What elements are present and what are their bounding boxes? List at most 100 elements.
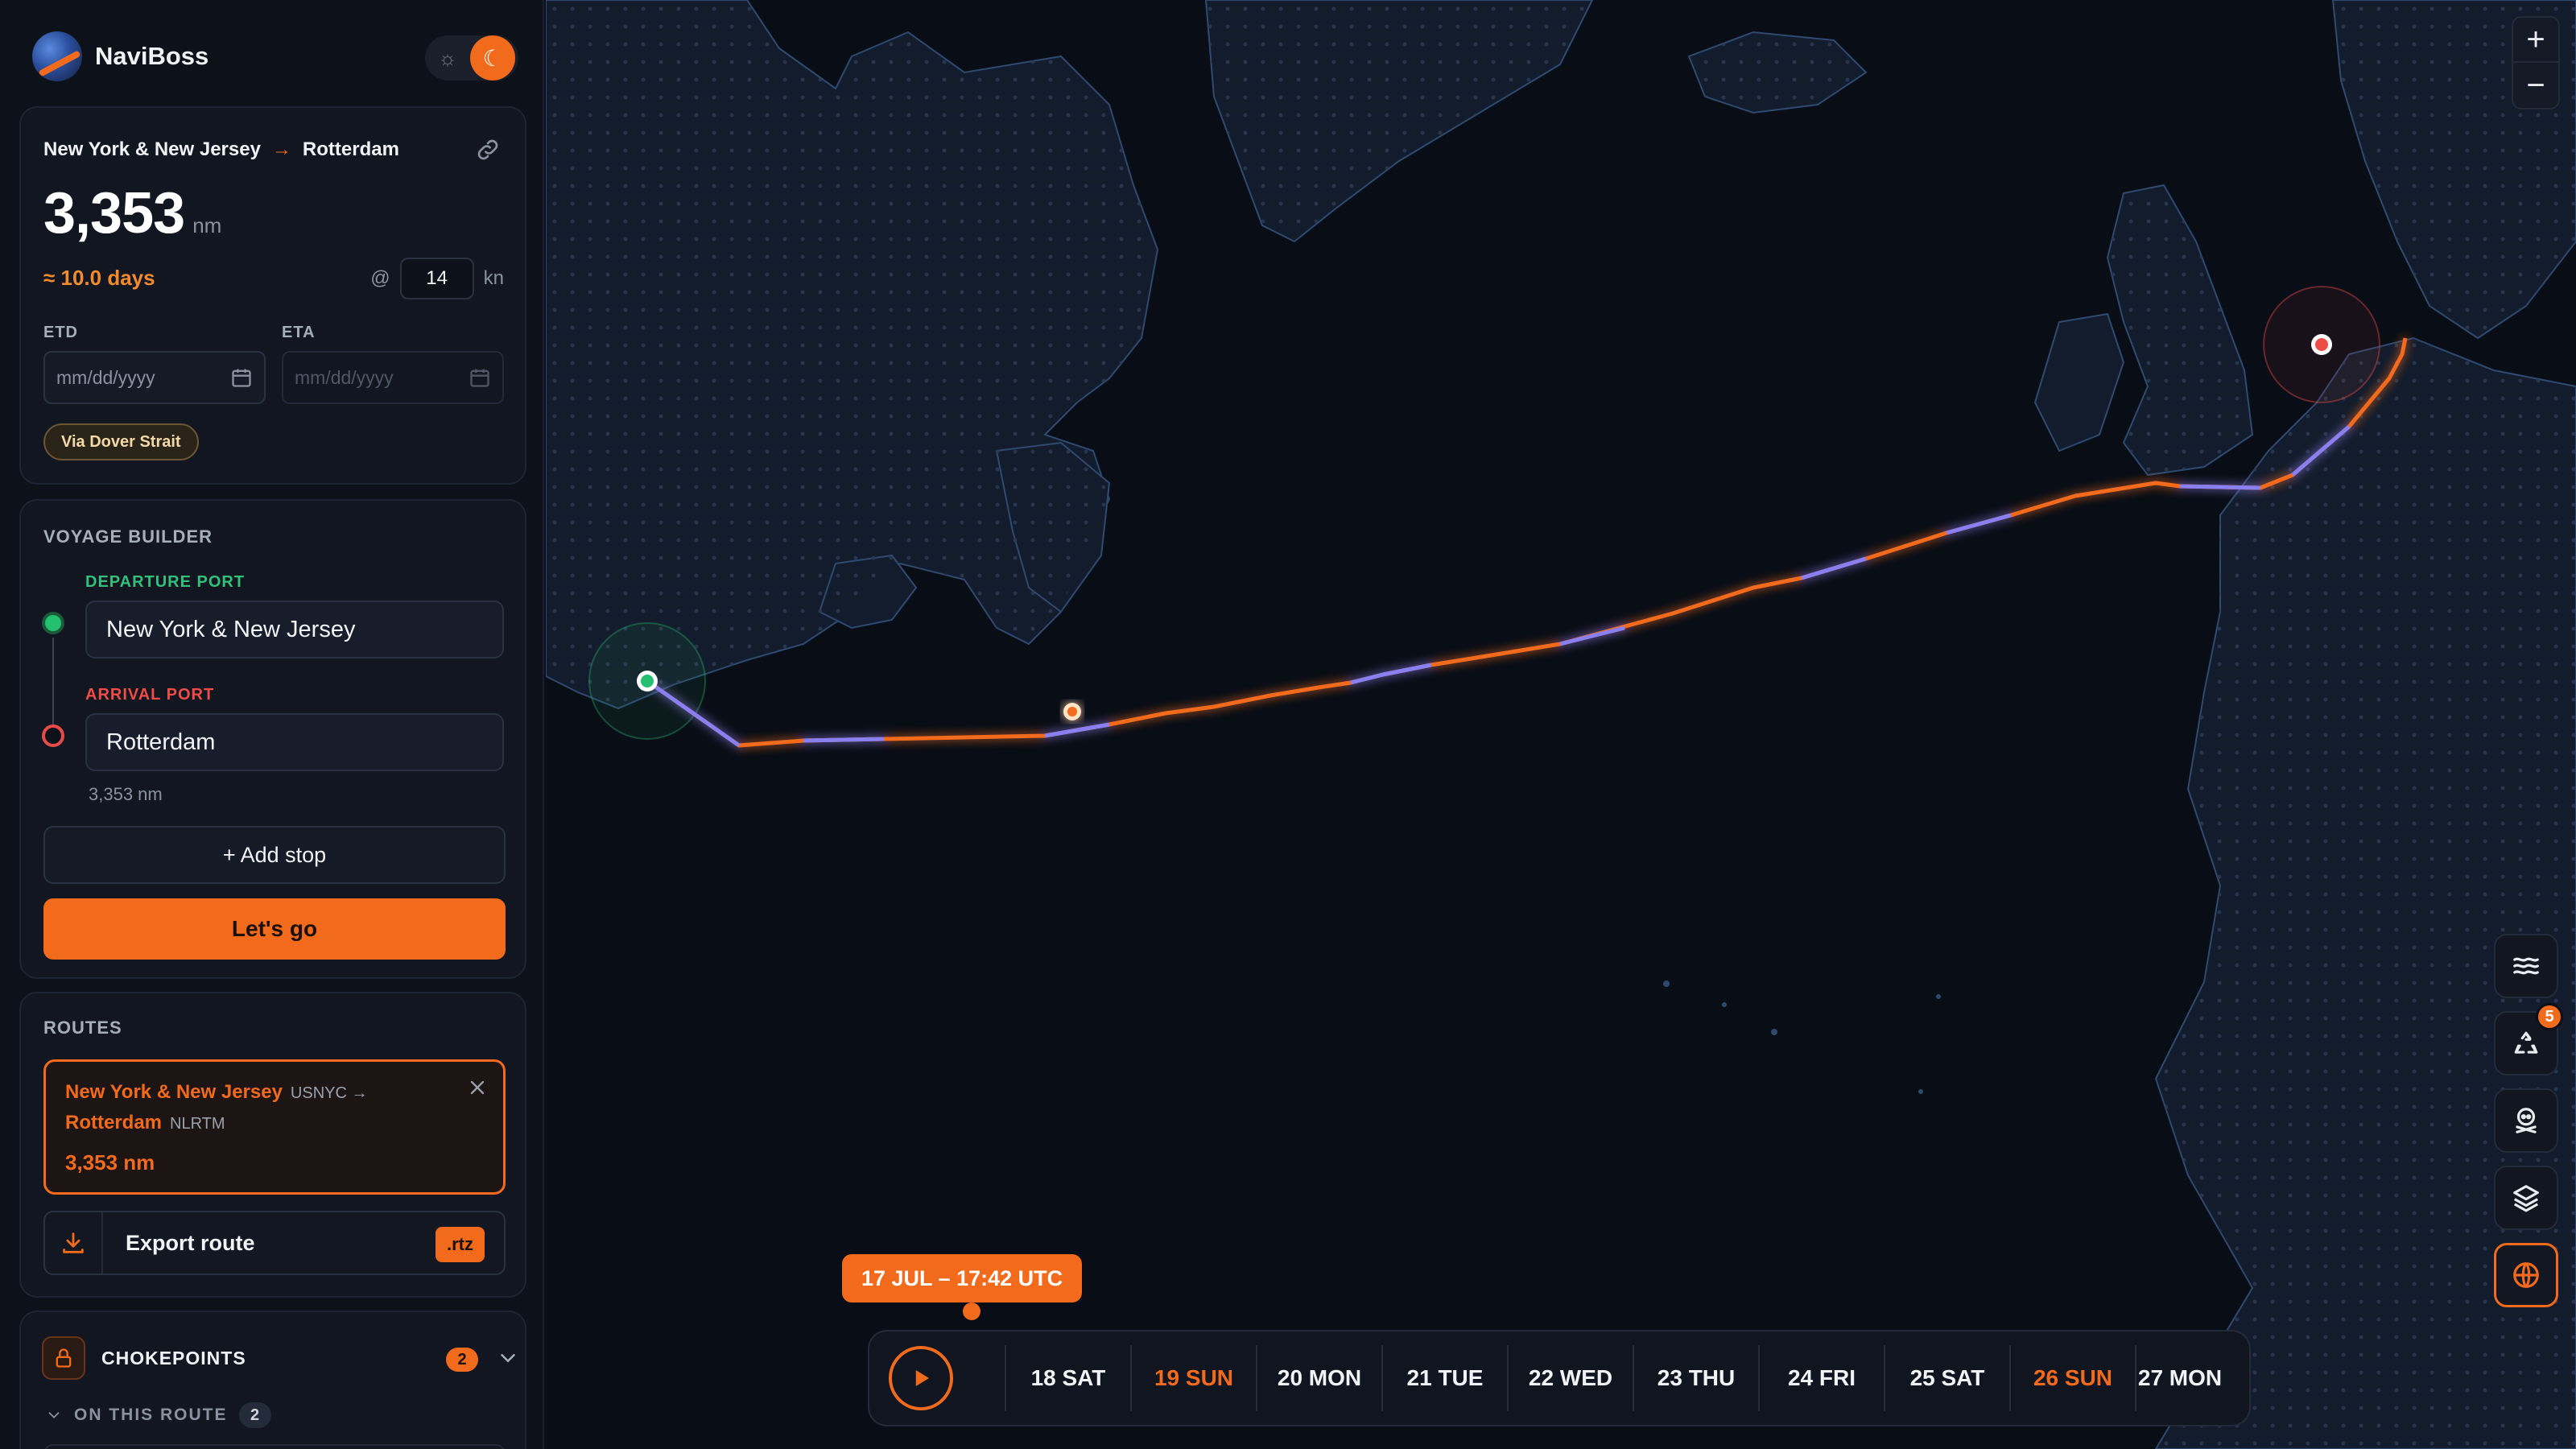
departure-dot-icon <box>42 612 64 634</box>
route-arrow: → <box>271 138 291 160</box>
timeline-day[interactable]: 20 MON <box>1256 1345 1381 1411</box>
timeline-day[interactable]: 24 FRI <box>1758 1345 1884 1411</box>
arrival-marker[interactable] <box>2311 334 2332 355</box>
link-icon[interactable] <box>475 137 501 163</box>
recycle-icon <box>2514 1031 2538 1054</box>
distance-unit: nm <box>192 213 222 237</box>
lock-icon <box>42 1336 85 1380</box>
arrival-port-label: ARRIVAL PORT <box>85 686 215 704</box>
current-time-tooltip: 17 JUL – 17:42 UTC <box>842 1254 1083 1302</box>
total-distance: 3,353 nm <box>43 180 221 246</box>
moon-icon[interactable]: ☾ <box>470 35 515 80</box>
add-stop-button[interactable]: + Add stop <box>43 826 506 884</box>
vessel-position-marker[interactable] <box>1063 703 1081 720</box>
route-title: New York & New Jersey → Rotterdam <box>43 138 399 161</box>
app-name: NaviBoss <box>95 42 209 70</box>
play-icon <box>915 1370 929 1386</box>
chevron-down-icon[interactable] <box>496 1346 520 1370</box>
zoom-out-button[interactable]: − <box>2513 63 2558 108</box>
calendar-icon[interactable] <box>469 366 491 389</box>
route-item-distance: 3,353 nm <box>65 1150 155 1174</box>
departure-port-label: DEPARTURE PORT <box>85 573 246 591</box>
speed-unit: kn <box>483 267 504 289</box>
calendar-icon[interactable] <box>230 366 253 389</box>
timeline-days: 18 SAT 19 SUN 20 MON 21 TUE 22 WED 23 THU 24 F… <box>1005 1331 2223 1425</box>
chokepoints-card: CHOKEPOINTS 2 ON THIS ROUTE 2 <box>19 1311 526 1449</box>
arrival-port-input[interactable]: Rotterdam <box>85 713 504 771</box>
tool-count-badge: 5 <box>2536 1003 2563 1030</box>
timeline-day[interactable]: 21 TUE <box>1381 1345 1507 1411</box>
zoom-controls: + − <box>2512 16 2560 109</box>
timeline-bar[interactable]: 18 SAT 19 SUN 20 MON 21 TUE 22 WED 23 THU 24 F… <box>868 1330 2251 1426</box>
chokepoints-title: CHOKEPOINTS <box>101 1348 246 1368</box>
globe-icon <box>2513 1262 2539 1288</box>
on-this-route-count: 2 <box>238 1402 271 1428</box>
chokepoints-count-badge: 2 <box>446 1348 478 1372</box>
speed-input[interactable]: 14 <box>399 258 474 299</box>
layers-icon <box>2513 1185 2539 1212</box>
timeline-day[interactable]: 23 THU <box>1633 1345 1758 1411</box>
on-this-route-label: ON THIS ROUTE <box>74 1406 228 1424</box>
eta-input[interactable]: mm/dd/yyyy <box>282 351 504 404</box>
timeline-day[interactable]: 26 SUN <box>2009 1345 2135 1411</box>
route-item-origin-code: USNYC → <box>290 1084 368 1102</box>
current-time-pin[interactable] <box>963 1302 980 1320</box>
arrival-dot-icon <box>42 724 64 747</box>
map-canvas[interactable] <box>546 0 2576 1449</box>
lets-go-button[interactable]: Let's go <box>43 898 506 960</box>
timeline-day[interactable]: 18 SAT <box>1005 1345 1130 1411</box>
eta-label: ETA <box>282 324 316 341</box>
route-item-destination: Rotterdam <box>65 1112 163 1133</box>
via-badge[interactable]: Via Dover Strait <box>43 423 199 460</box>
waves-icon <box>2513 957 2539 975</box>
zoom-in-button[interactable]: + <box>2513 18 2558 63</box>
voyage-builder-title: VOYAGE BUILDER <box>43 526 213 547</box>
departure-port-input[interactable]: New York & New Jersey <box>85 601 504 658</box>
map-svg[interactable] <box>546 0 2576 1449</box>
etd-placeholder: mm/dd/yyyy <box>56 366 155 388</box>
islands <box>1663 980 1941 1094</box>
route-item-destination-code: NLRTM <box>170 1115 225 1133</box>
on-this-route-toggle[interactable]: ON THIS ROUTE 2 <box>45 1402 271 1428</box>
piracy-layer-button[interactable] <box>2494 1088 2558 1153</box>
layers-button[interactable] <box>2494 1166 2558 1230</box>
land-ireland <box>2033 312 2125 452</box>
export-route-button[interactable]: Export route .rtz <box>43 1211 506 1275</box>
speed-prefix: @ <box>370 267 390 289</box>
land-dot-texture <box>546 0 2576 1449</box>
etd-label: ETD <box>43 324 78 341</box>
sun-icon[interactable]: ☼ <box>425 35 470 80</box>
waves-layer-button[interactable] <box>2494 934 2558 998</box>
routes-card: ROUTES New York & New Jersey USNYC → Rot… <box>19 992 526 1298</box>
export-route-label: Export route <box>126 1230 255 1255</box>
voyage-builder-card: VOYAGE BUILDER DEPARTURE PORT New York &… <box>19 499 526 979</box>
skull-icon <box>2516 1108 2537 1133</box>
chokepoint-item[interactable] <box>43 1444 506 1449</box>
distance-value: 3,353 <box>43 181 185 246</box>
play-button[interactable] <box>889 1346 953 1410</box>
brand[interactable]: NaviBoss <box>32 27 208 85</box>
timeline-day[interactable]: 27 MON <box>2135 1345 2223 1411</box>
globe-view-button[interactable] <box>2494 1243 2558 1307</box>
timeline-day[interactable]: 19 SUN <box>1130 1345 1256 1411</box>
export-format-badge[interactable]: .rtz <box>436 1227 485 1262</box>
eta-placeholder: mm/dd/yyyy <box>295 366 394 388</box>
timeline-day[interactable]: 25 SAT <box>1884 1345 2009 1411</box>
route-summary-card: New York & New Jersey → Rotterdam 3,353 … <box>19 106 526 485</box>
sidebar: NaviBoss ☼ ☾ New York & New Jersey → Rot… <box>0 0 544 1449</box>
route-item-origin: New York & New Jersey <box>65 1081 283 1103</box>
speed-control: @ 14 kn <box>370 258 504 299</box>
timeline-day[interactable]: 22 WED <box>1507 1345 1633 1411</box>
route-destination: Rotterdam <box>302 138 399 160</box>
route-origin: New York & New Jersey <box>43 138 261 160</box>
route-item[interactable]: New York & New Jersey USNYC → Rotterdam … <box>43 1059 506 1195</box>
leg-distance: 3,353 nm <box>89 784 163 804</box>
etd-input[interactable]: mm/dd/yyyy <box>43 351 266 404</box>
voyage-duration: ≈ 10.0 days <box>43 266 155 290</box>
theme-toggle[interactable]: ☼ ☾ <box>425 35 518 80</box>
download-icon <box>45 1212 103 1274</box>
departure-marker[interactable] <box>637 671 658 691</box>
close-icon[interactable] <box>466 1076 489 1099</box>
globe-logo-icon <box>32 31 82 81</box>
chevron-down-icon <box>48 1412 60 1419</box>
